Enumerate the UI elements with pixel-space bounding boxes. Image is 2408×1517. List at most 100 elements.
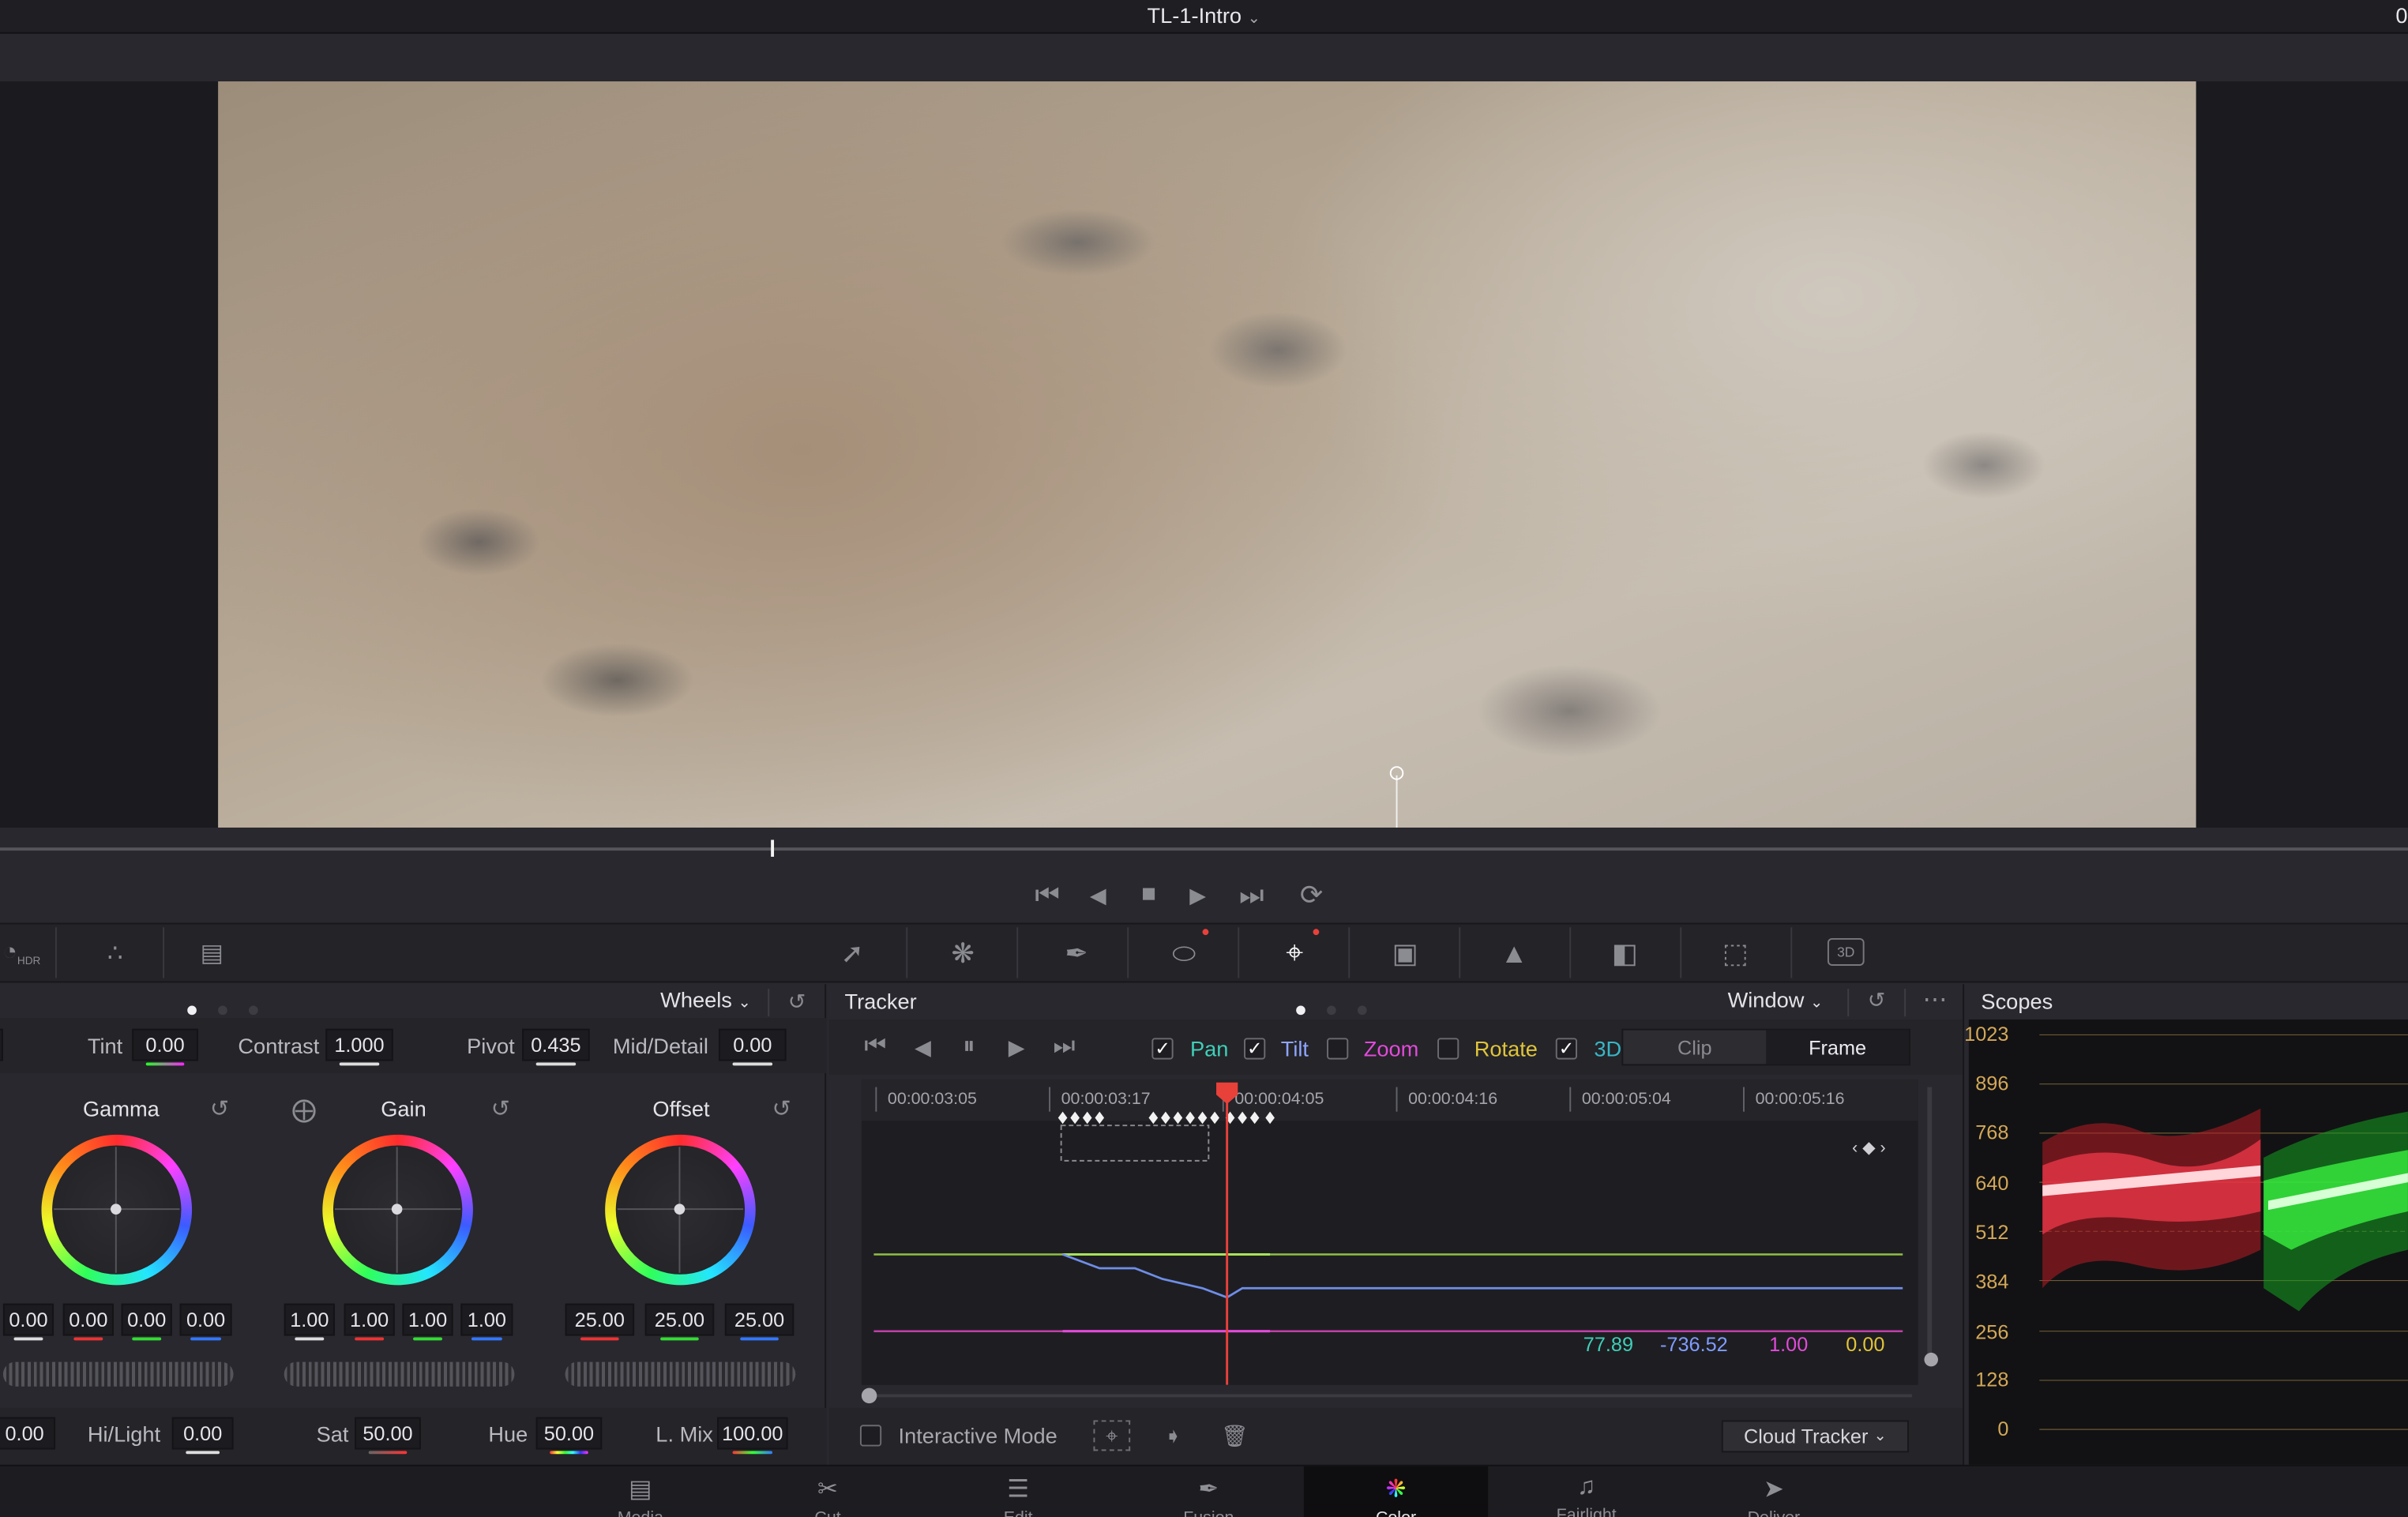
delete-points-icon[interactable]: 🗑 xyxy=(1216,1420,1253,1451)
graph-vscroll[interactable] xyxy=(1927,1087,1933,1357)
gamma-color-wheel[interactable] xyxy=(41,1134,193,1286)
header-divider xyxy=(1847,989,1850,1017)
page-tab-cut[interactable]: ✂Cut xyxy=(735,1466,919,1517)
graph-hscroll-thumb[interactable] xyxy=(861,1387,877,1404)
track-reverse-icon[interactable]: ⏮ xyxy=(858,1032,892,1063)
page-tab-edit[interactable]: ☰Edit xyxy=(926,1466,1110,1517)
tracker-reset-icon[interactable]: ↺ xyxy=(1861,986,1892,1013)
sizing-icon[interactable]: ⬚ xyxy=(1715,935,1756,972)
tracker-icon[interactable]: ⌖ xyxy=(1273,933,1316,974)
track-forward-icon[interactable]: ⏭ xyxy=(1047,1032,1081,1063)
gain-reset-icon[interactable]: ↺ xyxy=(485,1093,516,1124)
gain-color-wheel[interactable] xyxy=(322,1134,473,1286)
offset-reset-icon[interactable]: ↺ xyxy=(766,1093,797,1124)
graph-hscroll[interactable] xyxy=(867,1394,1912,1398)
viewer-area xyxy=(0,81,2408,828)
pivot-value[interactable]: 0.435 xyxy=(522,1028,590,1066)
pause-icon[interactable]: ⏸ xyxy=(954,1032,985,1063)
tilt-checkbox[interactable]: ✓ xyxy=(1244,1038,1266,1060)
viewer-frame[interactable] xyxy=(218,81,2196,828)
gain-red-value[interactable]: 1.00 xyxy=(344,1303,395,1341)
shadow-value[interactable]: 0.00 xyxy=(0,1417,56,1450)
gamma-red-value[interactable]: 0.00 xyxy=(62,1303,114,1341)
step-back-icon[interactable]: ◀ xyxy=(907,1032,938,1063)
interactive-mode-checkbox[interactable] xyxy=(859,1425,882,1447)
page-tab-deliver[interactable]: ➤Deliver xyxy=(1681,1466,1865,1517)
contrast-value[interactable]: 1.000 xyxy=(325,1028,393,1066)
gamma-reset-icon[interactable]: ↺ xyxy=(205,1093,235,1124)
offset-wheel-puck[interactable] xyxy=(674,1203,686,1215)
gamma-master-wheel[interactable] xyxy=(2,1361,234,1387)
frame-segment[interactable]: Frame xyxy=(1766,1030,1910,1065)
gain-wheel-puck[interactable] xyxy=(391,1203,403,1215)
magic-mask-icon[interactable]: ▣ xyxy=(1385,935,1426,972)
play-forward-icon[interactable]: ▶ xyxy=(1001,1032,1032,1063)
tracker-playhead-head[interactable] xyxy=(1216,1082,1238,1104)
motion-effects-icon[interactable]: ▤ xyxy=(190,937,233,971)
picker-crosshair-icon[interactable]: ⨁ xyxy=(289,1093,320,1127)
tracker-page-dots[interactable] xyxy=(1296,995,1388,1023)
offset-color-wheel[interactable] xyxy=(605,1134,756,1286)
interactive-mode-label: Interactive Mode xyxy=(898,1423,1057,1448)
offset-green-value[interactable]: 25.00 xyxy=(644,1303,715,1341)
go-to-end-icon[interactable]: ⏭ xyxy=(1233,879,1270,911)
clip-segment[interactable]: Clip xyxy=(1623,1031,1766,1065)
gamma-green-value[interactable]: 0.00 xyxy=(121,1303,172,1341)
gamma-wheel-puck[interactable] xyxy=(111,1203,122,1215)
page-tab-media[interactable]: ▤Media xyxy=(548,1466,732,1517)
page-tab-color[interactable]: ❋Color xyxy=(1303,1466,1489,1517)
key-icon[interactable]: ◧ xyxy=(1605,935,1645,972)
hilight-value[interactable]: 0.00 xyxy=(171,1417,234,1455)
pan-checkbox[interactable]: ✓ xyxy=(1151,1038,1174,1060)
go-to-start-icon[interactable]: ⏮ xyxy=(1029,879,1066,911)
gain-green-value[interactable]: 1.00 xyxy=(402,1303,453,1341)
scope-display[interactable] xyxy=(1968,1019,2408,1465)
tracker-mode-dropdown[interactable]: Window ⌄ xyxy=(1728,987,1824,1012)
3d-icon[interactable]: 3D xyxy=(1827,937,1865,966)
color-warper-icon[interactable]: ❋ xyxy=(943,935,983,972)
insert-points-icon[interactable]: ⌖ xyxy=(1093,1420,1131,1451)
qualifier-icon[interactable]: ✒ xyxy=(1057,935,1097,972)
gain-master-wheel[interactable] xyxy=(284,1361,515,1387)
gamma-blue-value[interactable]: 0.00 xyxy=(179,1303,232,1341)
graph-vscroll-thumb[interactable] xyxy=(1924,1352,1938,1367)
play-reverse-icon[interactable]: ◀ xyxy=(1083,880,1114,911)
window-icon[interactable]: ⬭ xyxy=(1163,935,1205,972)
scrub-bar[interactable] xyxy=(0,847,2408,851)
rotate-checkbox[interactable] xyxy=(1437,1038,1459,1060)
cloud-tracker-dropdown[interactable]: Cloud Tracker ⌄ xyxy=(1721,1420,1910,1453)
play-icon[interactable]: ▶ xyxy=(1182,880,1213,911)
rgb-mixer-icon[interactable]: ∴ xyxy=(96,937,136,971)
chevron-down-icon: ⌄ xyxy=(1247,10,1260,28)
hue-value[interactable]: 50.00 xyxy=(535,1417,603,1455)
gamma-master-value[interactable]: 0.00 xyxy=(2,1303,54,1341)
reset-icon[interactable]: ↺ xyxy=(782,987,813,1015)
offset-master-wheel[interactable] xyxy=(565,1361,796,1387)
loop-icon[interactable]: ⟳ xyxy=(1293,879,1330,911)
window-handle-point[interactable] xyxy=(1389,766,1404,780)
offset-red-value[interactable]: 25.00 xyxy=(565,1303,635,1341)
offset-blue-value[interactable]: 25.00 xyxy=(724,1303,795,1341)
set-point-icon[interactable]: ➧ xyxy=(1158,1420,1189,1451)
page-tab-fusion[interactable]: ✒Fusion xyxy=(1117,1466,1301,1517)
page-tab-fairlight[interactable]: ♫ Fairlight xyxy=(1494,1466,1678,1517)
mid-detail-value[interactable]: 0.00 xyxy=(719,1028,787,1066)
stop-icon[interactable]: ■ xyxy=(1133,880,1164,911)
hilight-label: Hi/Light xyxy=(87,1421,161,1447)
wheels-mode-dropdown[interactable]: Wheels ⌄ xyxy=(660,987,751,1012)
blur-icon[interactable]: ▲ xyxy=(1494,935,1535,972)
left-cut-value[interactable] xyxy=(0,1028,3,1061)
gain-master-value[interactable]: 1.00 xyxy=(284,1303,335,1341)
playhead-marker[interactable] xyxy=(770,839,774,857)
sat-value[interactable]: 50.00 xyxy=(355,1417,421,1455)
gain-blue-value[interactable]: 1.00 xyxy=(460,1303,513,1341)
zoom-checkbox[interactable] xyxy=(1327,1038,1349,1060)
more-options-icon[interactable]: ⋯ xyxy=(1918,986,1952,1013)
tint-value[interactable]: 0.00 xyxy=(132,1028,198,1066)
lum-mix-value[interactable]: 100.00 xyxy=(717,1417,788,1455)
3d-checkbox[interactable]: ✓ xyxy=(1555,1038,1578,1060)
timeline-title[interactable]: TL-1-Intro ⌄ xyxy=(1148,3,1260,28)
keyframe-nav[interactable]: ‹ ◆ › xyxy=(1852,1138,1886,1158)
curves-icon[interactable]: ➚ xyxy=(832,935,873,972)
hdr-wheels-icon[interactable]: ◔ HDR xyxy=(0,937,43,971)
